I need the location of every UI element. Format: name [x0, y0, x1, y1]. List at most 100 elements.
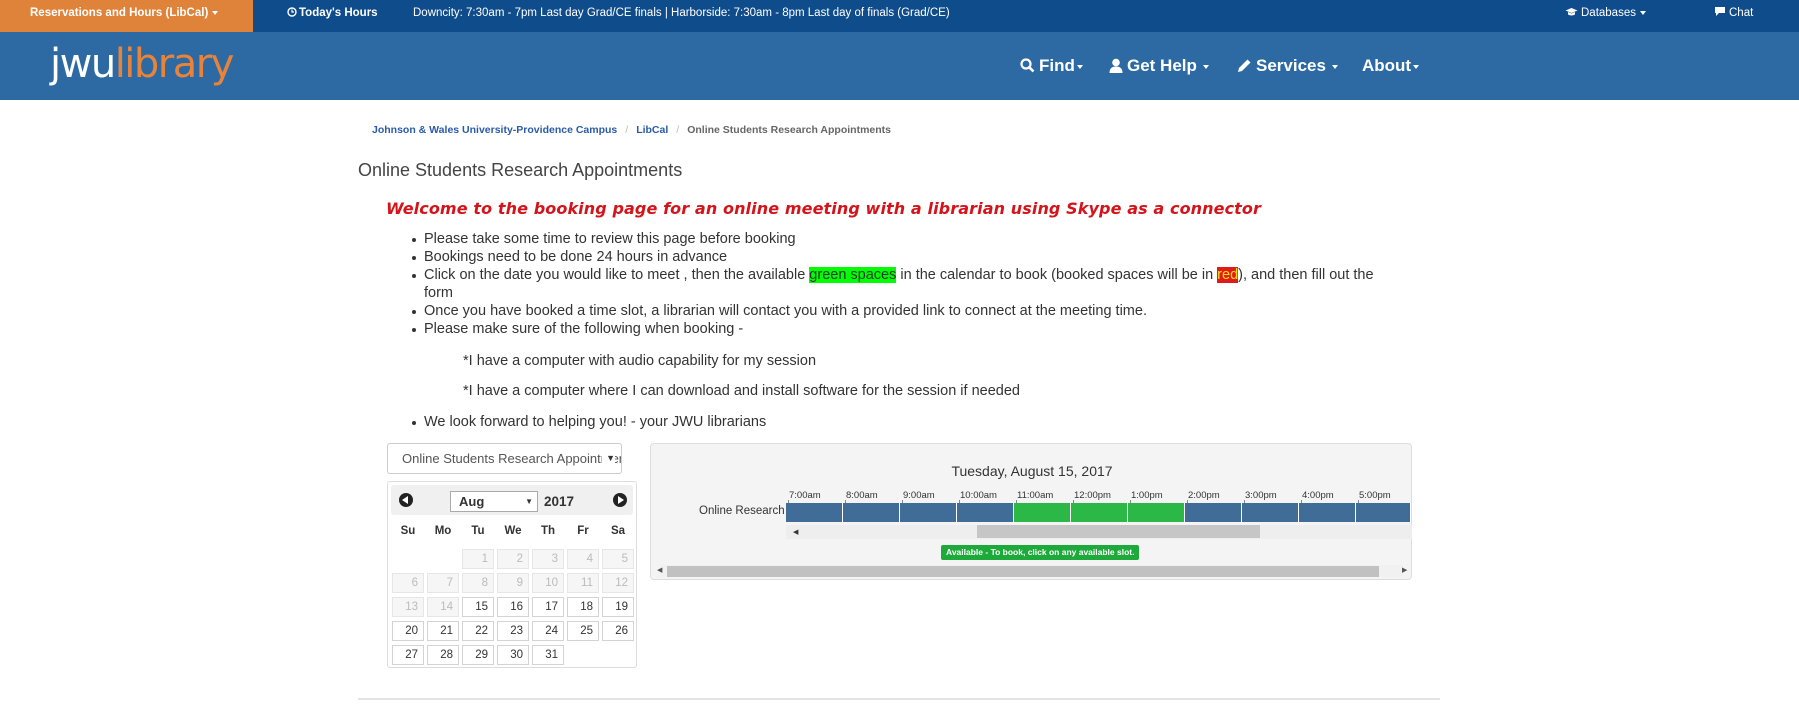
requirement-software: *I have a computer where I can download … [463, 383, 1020, 399]
breadcrumb: Johnson & Wales University-Providence Ca… [372, 124, 891, 136]
chat-icon [1715, 7, 1725, 16]
calendar-day[interactable]: 25 [567, 621, 599, 641]
calendar-day[interactable]: 16 [497, 597, 529, 617]
schedule-date: Tuesday, August 15, 2017 [951, 463, 1113, 479]
green-spaces-highlight: green spaces [809, 267, 897, 283]
nav-about[interactable]: About [1362, 32, 1420, 100]
todays-hours-label: Today's Hours [299, 7, 378, 19]
calendar-day[interactable]: 21 [427, 621, 459, 641]
weekday-header: Sa [610, 525, 626, 537]
prev-month-icon[interactable] [399, 493, 413, 507]
list-item: Click on the date you would like to meet… [412, 266, 1404, 302]
site-header: jwulibrary Find Get Help Services About [0, 32, 1799, 100]
scroll-right-icon[interactable]: ▶ [1402, 565, 1407, 577]
available-slot[interactable] [1014, 503, 1071, 522]
caret-down-icon [1331, 64, 1338, 69]
nav-find[interactable]: Find [1020, 32, 1083, 100]
nav-services[interactable]: Services [1237, 32, 1338, 100]
breadcrumb-libcal[interactable]: LibCal [636, 124, 668, 136]
calendar-day[interactable]: 31 [532, 645, 564, 665]
reservations-menu[interactable]: Reservations and Hours (LibCal) [0, 0, 253, 32]
weekday-header: Mo [434, 525, 452, 537]
welcome-heading: Welcome to the booking page for an onlin… [386, 199, 1262, 218]
weekday-header: Su [400, 525, 416, 537]
weekday-header: Fr [577, 525, 589, 537]
month-select[interactable]: Aug ▼ [450, 491, 538, 512]
caret-down-icon [1202, 64, 1209, 69]
utility-bar: Reservations and Hours (LibCal) Today's … [0, 0, 1799, 32]
time-label: 1:00pm [1131, 490, 1163, 501]
resource-row-label: Online Research [699, 505, 785, 517]
requirement-audio: *I have a computer with audio capability… [463, 353, 817, 369]
nav-services-label: Services [1256, 56, 1326, 75]
next-month-icon[interactable] [613, 493, 627, 507]
closing-list: We look forward to helping you! - your J… [412, 413, 1404, 431]
calendar-day[interactable]: 24 [532, 621, 564, 641]
breadcrumb-separator: / [676, 124, 680, 136]
availability-legend: Available - To book, click on any availa… [941, 545, 1140, 560]
databases-label: Databases [1581, 7, 1636, 19]
calendar-day[interactable]: 22 [462, 621, 494, 641]
calendar-day: 13 [392, 597, 424, 617]
jwu-library-logo[interactable]: jwulibrary [50, 41, 234, 87]
calendar-day[interactable]: 26 [602, 621, 634, 641]
breadcrumb-campus[interactable]: Johnson & Wales University-Providence Ca… [372, 124, 617, 136]
clock-icon [287, 7, 297, 17]
weekday-header: Tu [471, 525, 485, 537]
scroll-left-icon[interactable]: ◀ [793, 528, 798, 536]
calendar-day: 2 [497, 549, 529, 569]
user-icon [1109, 58, 1123, 73]
booked-slot [900, 503, 957, 522]
logo-text-jwu: jwu [50, 41, 116, 87]
available-slot[interactable] [1128, 503, 1185, 522]
booked-slot [1185, 503, 1242, 522]
calendar-day: 7 [427, 573, 459, 593]
list-item: Bookings need to be done 24 hours in adv… [412, 248, 1404, 266]
calendar-day[interactable]: 15 [462, 597, 494, 617]
datepicker-header: Aug ▼ 2017 [391, 485, 633, 515]
chat-label: Chat [1729, 7, 1754, 19]
chat-link[interactable]: Chat [1714, 0, 1753, 26]
calendar-day: 11 [567, 573, 599, 593]
available-slot[interactable] [1071, 503, 1128, 522]
time-label: 11:00am [1017, 490, 1054, 501]
calendar-day[interactable]: 28 [427, 645, 459, 665]
todays-hours-link[interactable]: Today's Hours [287, 0, 378, 26]
list-item: Once you have booked a time slot, a libr… [412, 302, 1404, 320]
datepicker: Aug ▼ 2017 Su Mo Tu We Th Fr Sa 1 2 3 4 5 6 7 8 9 10 11 12 1… [387, 481, 637, 668]
calendar-day: 1 [462, 549, 494, 569]
chevron-down-icon: ▼ [602, 444, 615, 473]
nav-get-help[interactable]: Get Help [1109, 32, 1209, 100]
month-value: Aug [459, 494, 485, 509]
calendar-day[interactable]: 23 [497, 621, 529, 641]
booked-slot [957, 503, 1014, 522]
calendar-day: 12 [602, 573, 634, 593]
scroll-left-icon[interactable]: ◀ [657, 565, 662, 577]
calendar-day[interactable]: 27 [392, 645, 424, 665]
calendar-day[interactable]: 29 [462, 645, 494, 665]
nav-get-help-label: Get Help [1127, 56, 1197, 75]
nav-find-label: Find [1039, 56, 1075, 75]
time-label: 3:00pm [1245, 490, 1277, 501]
calendar-day: 6 [392, 573, 424, 593]
time-label: 2:00pm [1188, 490, 1220, 501]
calendar-day: 5 [602, 549, 634, 569]
calendar-day[interactable]: 19 [602, 597, 634, 617]
booked-slot [1299, 503, 1356, 522]
time-label: 9:00am [903, 490, 935, 501]
calendar-day[interactable]: 30 [497, 645, 529, 665]
calendar-day[interactable]: 17 [532, 597, 564, 617]
category-select-value: Online Students Research Appointments [402, 451, 622, 466]
databases-menu[interactable]: Databases [1565, 0, 1646, 26]
item3-text-a: Click on the date you would like to meet… [424, 267, 810, 283]
list-item: We look forward to helping you! - your J… [412, 413, 1404, 431]
calendar-day[interactable]: 18 [567, 597, 599, 617]
weekday-header: We [504, 525, 522, 537]
pencil-icon [1238, 59, 1251, 72]
calendar-day[interactable]: 20 [392, 621, 424, 641]
booked-slot [843, 503, 900, 522]
calendar-day: 14 [427, 597, 459, 617]
category-select[interactable]: Online Students Research Appointments ▼ [387, 443, 622, 474]
grid-scrollbar-thumb[interactable] [977, 525, 1260, 538]
page-scrollbar-thumb[interactable] [667, 566, 1379, 577]
